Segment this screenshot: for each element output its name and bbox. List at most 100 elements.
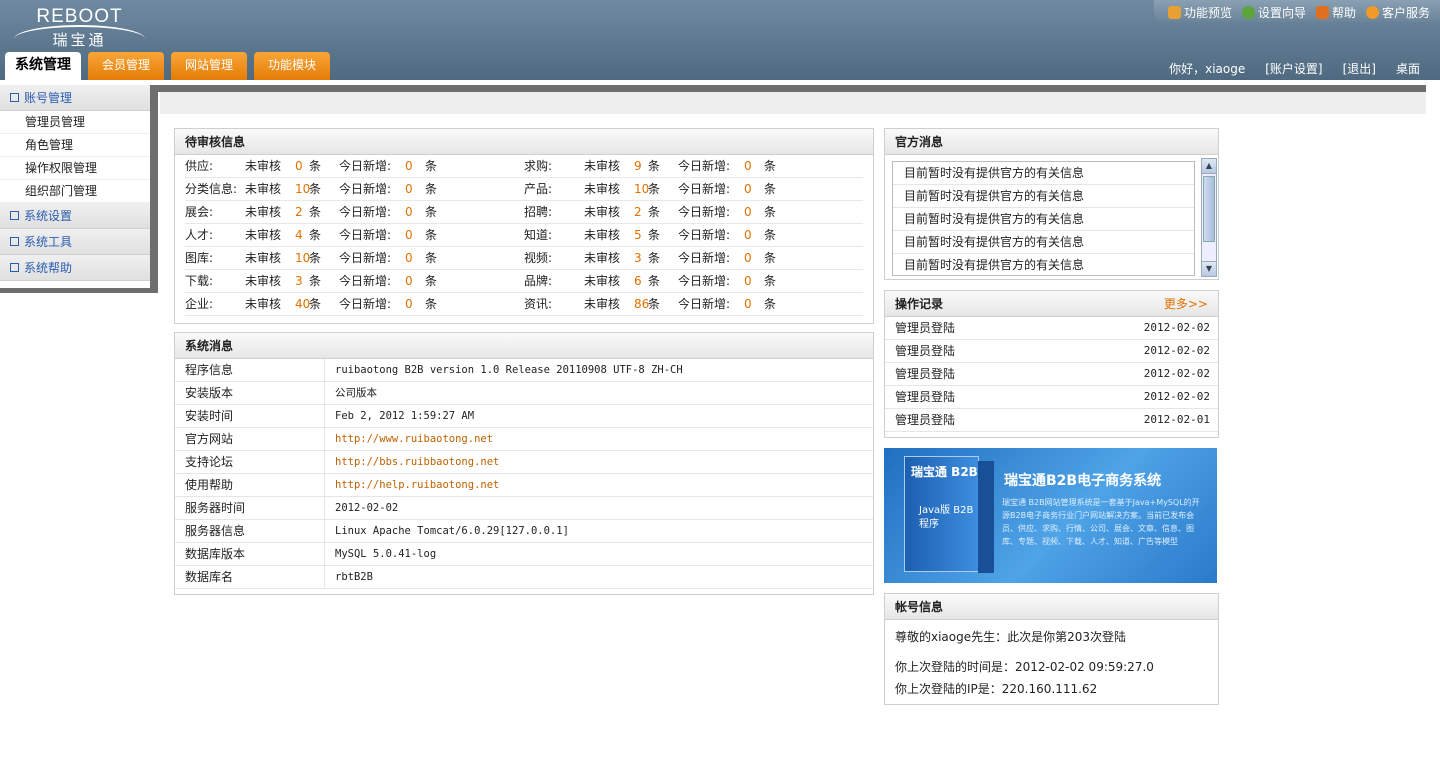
today-count[interactable]: 0 bbox=[744, 270, 764, 292]
setup-wizard-link[interactable]: 设置向导 bbox=[1241, 2, 1306, 22]
unreviewed-label: 未审核 bbox=[245, 205, 282, 219]
official-news-panel: 官方消息 目前暂时没有提供官方的有关信息 目前暂时没有提供官方的有关信息 目前暂时没… bbox=[884, 128, 1219, 280]
panel-title: 系统消息 bbox=[175, 333, 873, 359]
info-key: 官方网站 bbox=[175, 428, 325, 450]
system-info-row: 程序信息 ruibaotong B2B version 1.0 Release 2… bbox=[175, 359, 873, 382]
tab-system-management[interactable]: 系统管理 bbox=[5, 52, 81, 80]
feature-preview-link[interactable]: 功能预览 bbox=[1167, 2, 1232, 22]
today-count[interactable]: 0 bbox=[744, 224, 764, 246]
help-link[interactable]: 帮助 bbox=[1315, 2, 1356, 22]
info-key: 支持论坛 bbox=[175, 451, 325, 473]
unreviewed-count[interactable]: 10 bbox=[295, 247, 310, 269]
today-count[interactable]: 0 bbox=[405, 247, 425, 269]
unreviewed-label: 未审核 bbox=[584, 205, 621, 219]
unreviewed-label: 未审核 bbox=[245, 228, 282, 242]
desktop-link[interactable]: 桌面 bbox=[1396, 60, 1420, 77]
scroll-down-icon[interactable]: ▼ bbox=[1202, 261, 1216, 276]
logout-link[interactable]: [退出] bbox=[1343, 60, 1376, 77]
product-banner[interactable]: 瑞宝通 B2B Java版 B2B 程序 瑞宝通B2B电子商务系统 瑞宝通 B2… bbox=[884, 448, 1217, 583]
info-link[interactable]: http://bbs.ruibbaotong.net bbox=[325, 451, 499, 473]
category-name: 企业: bbox=[185, 297, 214, 311]
log-date: 2012-02-02 bbox=[1143, 367, 1210, 380]
unreviewed-count[interactable]: 40 bbox=[295, 293, 310, 315]
tab-member-management[interactable]: 会员管理 bbox=[88, 52, 165, 80]
account-settings-link[interactable]: [账户设置] bbox=[1265, 60, 1322, 77]
info-key: 服务器时间 bbox=[175, 497, 325, 519]
news-scrollbar[interactable]: ▲ ▼ bbox=[1201, 158, 1217, 277]
tab-function-modules[interactable]: 功能模块 bbox=[254, 52, 331, 80]
log-date: 2012-02-02 bbox=[1143, 390, 1210, 403]
system-info-table: 程序信息 ruibaotong B2B version 1.0 Release 2… bbox=[175, 359, 873, 589]
unit-label: 条 bbox=[764, 251, 777, 265]
sidebar-group-system-tools[interactable]: 系统工具 bbox=[0, 229, 150, 255]
log-action: 管理员登陆 bbox=[895, 413, 956, 427]
unreviewed-count[interactable]: 0 bbox=[295, 155, 309, 177]
sidebar-group-system-help[interactable]: 系统帮助 bbox=[0, 255, 150, 281]
today-count[interactable]: 0 bbox=[744, 247, 764, 269]
today-count[interactable]: 0 bbox=[744, 155, 764, 177]
today-count[interactable]: 0 bbox=[405, 178, 425, 200]
official-news-item[interactable]: 目前暂时没有提供官方的有关信息 bbox=[893, 231, 1194, 254]
today-count[interactable]: 0 bbox=[405, 224, 425, 246]
today-count[interactable]: 0 bbox=[405, 201, 425, 223]
unreviewed-label: 未审核 bbox=[584, 159, 621, 173]
unreviewed-count[interactable]: 9 bbox=[634, 155, 648, 177]
today-count[interactable]: 0 bbox=[405, 270, 425, 292]
greeting: 你好，xiaoge bbox=[1169, 62, 1246, 76]
unit-label: 条 bbox=[764, 228, 777, 242]
info-link[interactable]: http://www.ruibaotong.net bbox=[325, 428, 493, 450]
customer-service-link[interactable]: 客户服务 bbox=[1365, 2, 1430, 22]
system-info-row: 数据库版本 MySQL 5.0.41-log bbox=[175, 543, 873, 566]
unreviewed-count[interactable]: 10 bbox=[295, 178, 310, 200]
top-links: 功能预览 设置向导 帮助 客户服务 bbox=[1153, 0, 1440, 22]
scroll-thumb[interactable] bbox=[1203, 176, 1215, 242]
unreviewed-count[interactable]: 4 bbox=[295, 224, 309, 246]
today-count[interactable]: 0 bbox=[744, 201, 764, 223]
pending-row: 供应: 未审核 0 条今日新增: 0 条求购: 未审核 9 条今日新增: 0 条 bbox=[185, 155, 863, 178]
today-label: 今日新增: bbox=[678, 274, 731, 288]
sidebar-item-permission-management[interactable]: 操作权限管理 bbox=[0, 157, 150, 180]
today-count[interactable]: 0 bbox=[405, 155, 425, 177]
unreviewed-count[interactable]: 2 bbox=[634, 201, 648, 223]
unit-label: 条 bbox=[648, 228, 661, 242]
unit-label: 条 bbox=[309, 274, 322, 288]
official-news-item[interactable]: 目前暂时没有提供官方的有关信息 bbox=[893, 208, 1194, 231]
unreviewed-count[interactable]: 86 bbox=[634, 293, 649, 315]
unreviewed-count[interactable]: 6 bbox=[634, 270, 648, 292]
operation-log-list: 管理员登陆 2012-02-02 管理员登陆 2012-02-02 管理员登陆 2012-… bbox=[885, 317, 1218, 432]
sidebar-item-department-management[interactable]: 组织部门管理 bbox=[0, 180, 150, 203]
unreviewed-count[interactable]: 3 bbox=[634, 247, 648, 269]
category-name: 人才: bbox=[185, 228, 214, 242]
unreviewed-count[interactable]: 10 bbox=[634, 178, 649, 200]
unreviewed-label: 未审核 bbox=[245, 182, 282, 196]
today-label: 今日新增: bbox=[678, 159, 731, 173]
unreviewed-count[interactable]: 2 bbox=[295, 201, 309, 223]
operation-log-panel: 操作记录 更多>> 管理员登陆 2012-02-02 管理员登陆 2012-02-02 管… bbox=[884, 290, 1219, 438]
sidebar-group-system-settings[interactable]: 系统设置 bbox=[0, 203, 150, 229]
sidebar-item-role-management[interactable]: 角色管理 bbox=[0, 134, 150, 157]
pending-row: 人才: 未审核 4 条今日新增: 0 条知道: 未审核 5 条今日新增: 0 条 bbox=[185, 224, 863, 247]
unit-label: 条 bbox=[648, 205, 661, 219]
info-value: MySQL 5.0.41-log bbox=[335, 548, 437, 560]
expand-box-icon bbox=[10, 237, 19, 246]
official-news-item[interactable]: 目前暂时没有提供官方的有关信息 bbox=[893, 162, 1194, 185]
today-count[interactable]: 0 bbox=[744, 293, 764, 315]
unreviewed-label: 未审核 bbox=[245, 274, 282, 288]
today-count[interactable]: 0 bbox=[744, 178, 764, 200]
log-row: 管理员登陆 2012-02-02 bbox=[885, 363, 1218, 386]
unreviewed-count[interactable]: 5 bbox=[634, 224, 648, 246]
log-action: 管理员登陆 bbox=[895, 344, 956, 358]
unit-label: 条 bbox=[648, 251, 661, 265]
official-news-item[interactable]: 目前暂时没有提供官方的有关信息 bbox=[893, 254, 1194, 275]
info-link[interactable]: http://help.ruibaotong.net bbox=[325, 474, 499, 496]
today-label: 今日新增: bbox=[339, 274, 392, 288]
today-count[interactable]: 0 bbox=[405, 293, 425, 315]
sidebar-item-admin-management[interactable]: 管理员管理 bbox=[0, 111, 150, 134]
scroll-up-icon[interactable]: ▲ bbox=[1202, 159, 1216, 174]
unreviewed-count[interactable]: 3 bbox=[295, 270, 309, 292]
tab-site-management[interactable]: 网站管理 bbox=[171, 52, 248, 80]
more-link[interactable]: 更多>> bbox=[1164, 291, 1208, 317]
content-title-bar bbox=[160, 92, 1426, 114]
official-news-item[interactable]: 目前暂时没有提供官方的有关信息 bbox=[893, 185, 1194, 208]
sidebar-group-account[interactable]: 账号管理 bbox=[0, 85, 150, 111]
